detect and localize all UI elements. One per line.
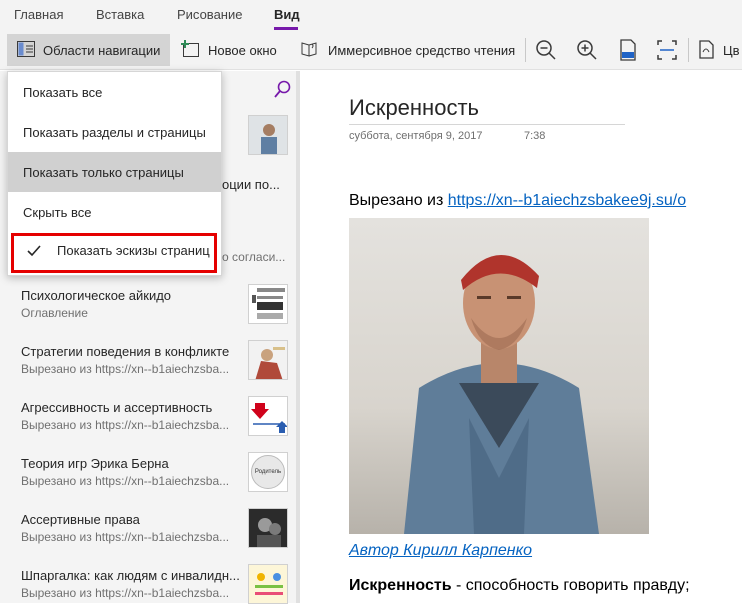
page-thumbnail-portrait [248, 115, 288, 155]
toolbar-separator [688, 38, 689, 62]
page-list-item-title: Агрессивность и ассертивность [21, 400, 213, 415]
search-icon[interactable] [272, 80, 292, 105]
checkmark-icon [27, 244, 41, 258]
show-page-thumbnails-label: Показать эскизы страниц [57, 243, 210, 258]
immersive-reader-icon [300, 40, 320, 61]
page-color-label: Цв [723, 42, 740, 58]
page-thumbnail [248, 564, 288, 604]
toolbar-separator [525, 38, 526, 62]
page-list-item-subtitle: Вырезано из https://xn--b1aiechzsba... [21, 418, 230, 432]
show-page-thumbnails-checkbox[interactable]: Показать эскизы страниц [13, 232, 218, 269]
page-thumbnail [248, 284, 288, 324]
note-photo[interactable] [349, 218, 649, 534]
zoom-100-icon[interactable] [616, 38, 640, 62]
zoom-out-icon[interactable] [534, 38, 558, 62]
page-list-item-subtitle: Вырезано из https://xn--b1aiechzsba... [21, 530, 230, 544]
page-thumbnail [248, 508, 288, 548]
ribbon-tabs: Главная Вставка Рисование Вид [0, 0, 742, 30]
page-list-scrollbar[interactable] [296, 71, 300, 603]
page-list-item-subtitle: Вырезано из https://xn--b1aiechzsba... [21, 362, 230, 376]
page-list-item[interactable]: Теория игр Эрика Берна Вырезано из https… [21, 456, 243, 488]
page-list-item-title: Стратегии поведения в конфликте [21, 344, 230, 359]
menu-item-show-sections-pages[interactable]: Показать разделы и страницы [8, 112, 221, 152]
immersive-reader-button[interactable]: Иммерсивное средство чтения [300, 34, 515, 66]
body-rest: - способность говорить правду; [451, 577, 690, 594]
new-window-label: Новое окно [208, 42, 277, 58]
clipped-source-link[interactable]: https://xn--b1aiechzsbakee9j.su/o [448, 192, 686, 209]
page-list-item-title: Теория игр Эрика Берна [21, 456, 169, 471]
page-thumbnail [248, 396, 288, 436]
page-list-partial-subtitle: о согласи... [222, 250, 286, 264]
new-window-icon [180, 39, 200, 61]
body-bold-term: Искренность [349, 577, 452, 594]
note-title[interactable]: Искренность [349, 95, 479, 121]
page-list-item-subtitle: Вырезано из https://xn--b1aiechzsba... [21, 586, 230, 600]
page-width-icon[interactable] [655, 38, 679, 62]
navigation-panes-label: Области навигации [43, 42, 161, 58]
note-body-text[interactable]: Искренность - способность говорить правд… [349, 577, 690, 595]
page-list-item-title: Ассертивные права [21, 512, 140, 527]
page-list-item-title: Шпаргалка: как людям с инвалидн... [21, 568, 240, 583]
zoom-in-icon[interactable] [575, 38, 599, 62]
ribbon-toolbar: Области навигации Новое окно Иммерсивное… [0, 30, 742, 70]
note-time: 7:38 [524, 130, 546, 142]
page-list-item[interactable]: Психологическое айкидо Оглавление [21, 288, 243, 320]
tab-home[interactable]: Главная [14, 7, 63, 22]
page-list-item[interactable]: Шпаргалка: как людям с инвалидн... Вырез… [21, 568, 243, 600]
page-list-item[interactable]: Ассертивные права Вырезано из https://xn… [21, 512, 243, 544]
navigation-panes-button[interactable]: Области навигации [7, 34, 170, 66]
page-color-button[interactable]: Цв [697, 34, 740, 66]
page-list-item-title: Психологическое айкидо [21, 288, 172, 303]
page-list-partial-title: оции по... [222, 177, 280, 192]
clipped-from-line: Вырезано из https://xn--b1aiechzsbakee9j… [349, 192, 686, 210]
immersive-reader-label: Иммерсивное средство чтения [328, 42, 516, 58]
new-window-button[interactable]: Новое окно [180, 34, 277, 66]
page-thumbnail-label: Родитель [251, 455, 285, 489]
page-list-item[interactable]: Агрессивность и ассертивность Вырезано и… [21, 400, 243, 432]
tab-draw[interactable]: Рисование [177, 7, 242, 22]
note-title-underline [349, 124, 625, 125]
page-list-item[interactable]: Стратегии поведения в конфликте Вырезано… [21, 344, 243, 376]
tab-view[interactable]: Вид [274, 7, 300, 22]
note-date: суббота, сентября 9, 2017 [349, 130, 483, 142]
navigation-panes-dropdown: Показать все Показать разделы и страницы… [7, 71, 222, 276]
navigation-panes-icon [17, 40, 35, 60]
menu-item-show-all[interactable]: Показать все [8, 72, 221, 112]
page-color-icon [697, 39, 715, 62]
page-thumbnail [248, 340, 288, 380]
menu-item-hide-all[interactable]: Скрыть все [8, 192, 221, 232]
author-link[interactable]: Автор Кирилл Карпенко [349, 542, 532, 560]
tab-insert[interactable]: Вставка [96, 7, 144, 22]
clipped-prefix: Вырезано из [349, 192, 448, 209]
page-thumbnail: Родитель [248, 452, 288, 492]
page-list-item-subtitle: Оглавление [21, 306, 88, 320]
menu-item-show-pages-only[interactable]: Показать только страницы [8, 152, 221, 192]
page-list-item-subtitle: Вырезано из https://xn--b1aiechzsba... [21, 474, 230, 488]
